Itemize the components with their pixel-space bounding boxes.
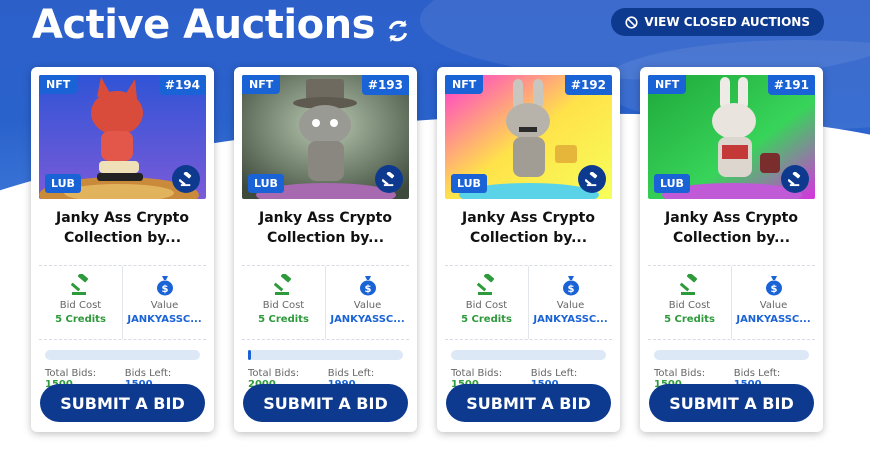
- bid-cost-stat: Bid Cost 5 Credits: [39, 266, 122, 339]
- bid-cost-value: 5 Credits: [461, 314, 512, 325]
- bid-cost-stat: Bid Cost 5 Credits: [648, 266, 731, 339]
- auction-stats: Bid Cost 5 Credits $ Value JANKYASSC...: [39, 265, 206, 340]
- nft-badge: NFT: [242, 75, 281, 94]
- svg-text:$: $: [567, 284, 574, 295]
- auction-card: NFT #192 LUB Janky Ass Crypto Collection…: [437, 67, 620, 432]
- auction-card: NFT #194 LUB Janky Ass Crypto Collection…: [31, 67, 214, 432]
- value-stat: $ Value JANKYASSC...: [731, 266, 815, 339]
- nft-image[interactable]: NFT #191 LUB: [648, 75, 815, 199]
- submit-bid-button[interactable]: SUBMIT A BID: [40, 384, 205, 422]
- value-label: Value: [759, 300, 788, 311]
- gavel-icon: [70, 274, 88, 295]
- nft-image[interactable]: NFT #192 LUB: [445, 75, 612, 199]
- gavel-icon: [178, 171, 191, 186]
- bid-gavel-button[interactable]: [375, 165, 403, 193]
- value-stat: $ Value JANKYASSC...: [122, 266, 206, 339]
- gavel-icon: [584, 171, 597, 186]
- token-badge: LUB: [451, 174, 487, 193]
- auction-stats: Bid Cost 5 Credits $ Value JANKYASSC...: [242, 265, 409, 340]
- auction-name: Janky Ass Crypto Collection by...: [259, 210, 392, 246]
- refresh-icon[interactable]: [385, 18, 411, 44]
- auction-name: Janky Ass Crypto Collection by...: [665, 210, 798, 246]
- nft-image[interactable]: NFT #194 LUB: [39, 75, 206, 199]
- gavel-icon: [787, 171, 800, 186]
- bid-cost-value: 5 Credits: [664, 314, 715, 325]
- auction-cards: NFT #194 LUB Janky Ass Crypto Collection…: [31, 67, 823, 432]
- page-title: Active Auctions: [32, 2, 375, 48]
- auction-card: NFT #193 LUB Janky Ass Crypto Collection…: [234, 67, 417, 432]
- auction-number-badge: #191: [767, 75, 815, 95]
- bids-progress-bar: [45, 350, 200, 360]
- page-header: Active Auctions: [32, 2, 411, 48]
- gavel-icon: [273, 274, 291, 295]
- auction-card: NFT #191 LUB Janky Ass Crypto Collection…: [640, 67, 823, 432]
- auction-number-badge: #193: [361, 75, 409, 95]
- bids-progress-fill: [248, 350, 251, 360]
- auction-name: Janky Ass Crypto Collection by...: [56, 210, 189, 246]
- token-badge: LUB: [45, 174, 81, 193]
- gavel-icon: [679, 274, 697, 295]
- money-bag-icon: $: [359, 276, 376, 296]
- svg-text:$: $: [364, 284, 371, 295]
- money-bag-icon: $: [765, 276, 782, 296]
- value-label: Value: [556, 300, 585, 311]
- money-bag-icon: $: [156, 276, 173, 296]
- value-amount: JANKYASSC...: [330, 314, 405, 325]
- bids-progress-bar: [451, 350, 606, 360]
- value-label: Value: [150, 300, 179, 311]
- bid-cost-label: Bid Cost: [59, 300, 102, 311]
- submit-bid-button[interactable]: SUBMIT A BID: [649, 384, 814, 422]
- bid-cost-stat: Bid Cost 5 Credits: [445, 266, 528, 339]
- auction-number-badge: #192: [564, 75, 612, 95]
- value-stat: $ Value JANKYASSC...: [528, 266, 612, 339]
- view-closed-auctions-label: VIEW CLOSED AUCTIONS: [644, 15, 810, 29]
- auction-stats: Bid Cost 5 Credits $ Value JANKYASSC...: [648, 265, 815, 340]
- bid-gavel-button[interactable]: [172, 165, 200, 193]
- auction-stats: Bid Cost 5 Credits $ Value JANKYASSC...: [445, 265, 612, 340]
- nft-badge: NFT: [39, 75, 78, 94]
- bid-cost-value: 5 Credits: [258, 314, 309, 325]
- bids-progress-bar: [248, 350, 403, 360]
- bids-progress-bar: [654, 350, 809, 360]
- gavel-icon: [381, 171, 394, 186]
- bid-cost-label: Bid Cost: [465, 300, 508, 311]
- ban-icon: [625, 15, 639, 29]
- submit-bid-button[interactable]: SUBMIT A BID: [243, 384, 408, 422]
- money-bag-icon: $: [562, 276, 579, 296]
- auction-number-badge: #194: [158, 75, 206, 95]
- svg-text:$: $: [161, 284, 168, 295]
- token-badge: LUB: [248, 174, 284, 193]
- bid-cost-value: 5 Credits: [55, 314, 106, 325]
- value-amount: JANKYASSC...: [736, 314, 811, 325]
- value-amount: JANKYASSC...: [533, 314, 608, 325]
- bid-cost-label: Bid Cost: [262, 300, 305, 311]
- nft-badge: NFT: [445, 75, 484, 94]
- svg-text:$: $: [770, 284, 777, 295]
- gavel-icon: [476, 274, 494, 295]
- nft-badge: NFT: [648, 75, 687, 94]
- nft-image[interactable]: NFT #193 LUB: [242, 75, 409, 199]
- bid-cost-label: Bid Cost: [668, 300, 711, 311]
- value-amount: JANKYASSC...: [127, 314, 202, 325]
- value-label: Value: [353, 300, 382, 311]
- token-badge: LUB: [654, 174, 690, 193]
- bid-cost-stat: Bid Cost 5 Credits: [242, 266, 325, 339]
- bid-gavel-button[interactable]: [781, 165, 809, 193]
- bid-gavel-button[interactable]: [578, 165, 606, 193]
- auction-name: Janky Ass Crypto Collection by...: [462, 210, 595, 246]
- value-stat: $ Value JANKYASSC...: [325, 266, 409, 339]
- submit-bid-button[interactable]: SUBMIT A BID: [446, 384, 611, 422]
- view-closed-auctions-button[interactable]: VIEW CLOSED AUCTIONS: [611, 8, 824, 36]
